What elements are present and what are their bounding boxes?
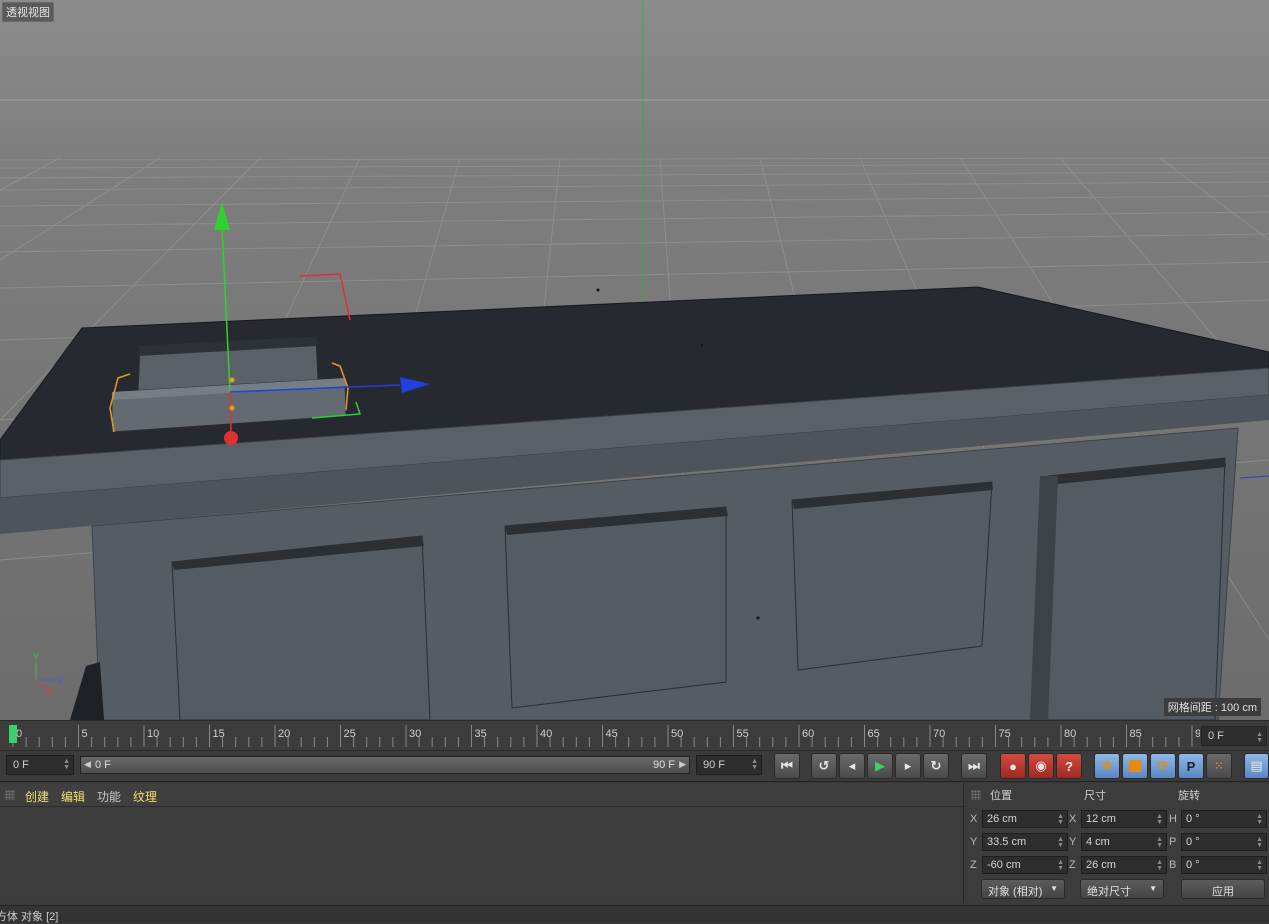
timeline-tick-label: 10 [147,728,159,740]
go-to-start-icon[interactable]: ⏮ [774,753,800,779]
record-key-icon[interactable]: ● [1000,753,1026,779]
timeline-tick-label: 85 [1130,728,1142,740]
rot-p-axis-label: P [1169,836,1177,848]
slider-right-arrow-icon[interactable]: ▶ [679,759,686,770]
film-icon[interactable]: ▤ [1244,753,1269,779]
size-x-field[interactable]: 12 cm ▲ ▼ [1081,810,1167,828]
chevron-down-icon: ▼ [1050,884,1058,893]
loop-icon[interactable]: ↻ [923,753,949,779]
scale-key-icon[interactable] [1122,753,1148,779]
chevron-down-icon: ▼ [1149,884,1157,893]
start-frame-field[interactable]: 0 F ▲ ▼ [6,755,74,775]
timeline-tick-label: 80 [1064,728,1076,740]
status-bar: 方体 对象 [2] [0,905,1269,923]
panel-grip-icon[interactable] [971,790,981,800]
svg-text:Z: Z [58,676,64,686]
coord-mode-dropdown[interactable]: 对象 (相对) ▼ [981,879,1065,899]
rot-p-field[interactable]: 0 ° ▲ ▼ [1181,833,1267,851]
timeline-tick-label: 30 [409,728,421,740]
move-key-icon[interactable]: ✥ [1094,753,1120,779]
pos-x-field[interactable]: 26 cm ▲ ▼ [982,810,1068,828]
timeline-tick-label: 20 [278,728,290,740]
end-frame-field[interactable]: 90 F ▲ ▼ [696,755,762,775]
timeline-tick-label: 90 [1195,728,1200,740]
step-forward-icon[interactable]: ▸ [895,753,921,779]
timeline-tick-label: 60 [802,728,814,740]
rotation-header: 旋转 [1178,790,1200,802]
slider-left-label: 0 F [95,759,111,771]
rot-h-axis-label: H [1169,813,1177,825]
menu-function[interactable]: 功能 [97,788,121,805]
viewport-label[interactable]: 透视视图 [2,2,54,22]
menu-edit[interactable]: 编辑 [61,788,85,805]
timeline-tick-label: 70 [933,728,945,740]
timeline-tick-label: 25 [344,728,356,740]
pos-y-field[interactable]: 33.5 cm ▲ ▼ [982,833,1068,851]
size-mode-dropdown[interactable]: 绝对尺寸 ▼ [1080,879,1164,899]
pos-z-field[interactable]: -60 cm ▲ ▼ [982,856,1068,874]
timeline-tick-label: 5 [82,728,88,740]
rot-b-field[interactable]: 0 ° ▲ ▼ [1181,856,1267,874]
rot-h-field[interactable]: 0 ° ▲ ▼ [1181,810,1267,828]
orientation-axes-icon: Y Z X [33,652,64,696]
keyframe-help-icon[interactable]: ? [1056,753,1082,779]
position-header: 位置 [990,790,1012,802]
apply-button[interactable]: 应用 [1181,879,1265,899]
size-z-axis-label: Z [1069,859,1076,871]
timeline-tick-label: 65 [868,728,880,740]
menu-create[interactable]: 创建 [25,788,49,805]
go-to-end-icon[interactable]: ⏭ [961,753,987,779]
param-key-icon[interactable]: P [1178,753,1204,779]
rotate-key-icon[interactable]: ⟳ [1150,753,1176,779]
grid-key-icon[interactable]: ⁙ [1206,753,1232,779]
timeline-tick-label: 15 [213,728,225,740]
grid-spacing-label: 网格间距 : 100 cm [1163,698,1261,716]
pos-x-axis-label: X [970,813,978,825]
status-text: 方体 对象 [2] [0,911,59,923]
svg-text:Y: Y [33,652,39,662]
play-icon[interactable]: ▶ [867,753,893,779]
size-y-axis-label: Y [1069,836,1077,848]
autokey-icon[interactable]: ◉ [1028,753,1054,779]
timeline-ruler[interactable]: 051015202530354045505560657075808590 [0,720,1269,750]
timeline-tick-label: 50 [671,728,683,740]
size-header: 尺寸 [1084,790,1106,802]
timeline-tick-label: 45 [606,728,618,740]
step-back-icon[interactable]: ◂ [839,753,865,779]
timeline-tick-label: 75 [999,728,1011,740]
size-y-field[interactable]: 4 cm ▲ ▼ [1081,833,1167,851]
material-menubar: 创建 编辑 功能 纹理 [0,783,963,807]
timeline-ticks: 051015202530354045505560657075808590 [9,725,1207,747]
panel-grip-icon[interactable] [5,790,15,800]
slider-right-label: 90 F [652,759,675,771]
record-back-icon[interactable]: ↺ [811,753,837,779]
pos-z-axis-label: Z [970,859,977,871]
size-x-axis-label: X [1069,813,1077,825]
playhead-marker[interactable] [9,725,17,743]
viewport-scene: Y Z X [0,0,1269,720]
material-panel: 创建 编辑 功能 纹理 [0,783,964,903]
perspective-viewport[interactable]: Y Z X 透视视图 网格间距 : 100 cm [0,0,1269,720]
size-z-field[interactable]: 26 cm ▲ ▼ [1081,856,1167,874]
pos-y-axis-label: Y [970,836,978,848]
svg-text:X: X [46,686,52,696]
menu-texture[interactable]: 纹理 [133,788,157,805]
slider-left-arrow-icon[interactable]: ◀ [84,759,91,770]
rot-b-axis-label: B [1169,859,1177,871]
timeline-tick-label: 40 [540,728,552,740]
timeline-tick-label: 55 [737,728,749,740]
timeline-current-frame-field[interactable]: 0 F ▲ ▼ [1201,726,1267,746]
timeline-tick-label: 35 [475,728,487,740]
frame-range-slider[interactable]: ◀ 0 F 90 F ▶ [80,756,690,774]
